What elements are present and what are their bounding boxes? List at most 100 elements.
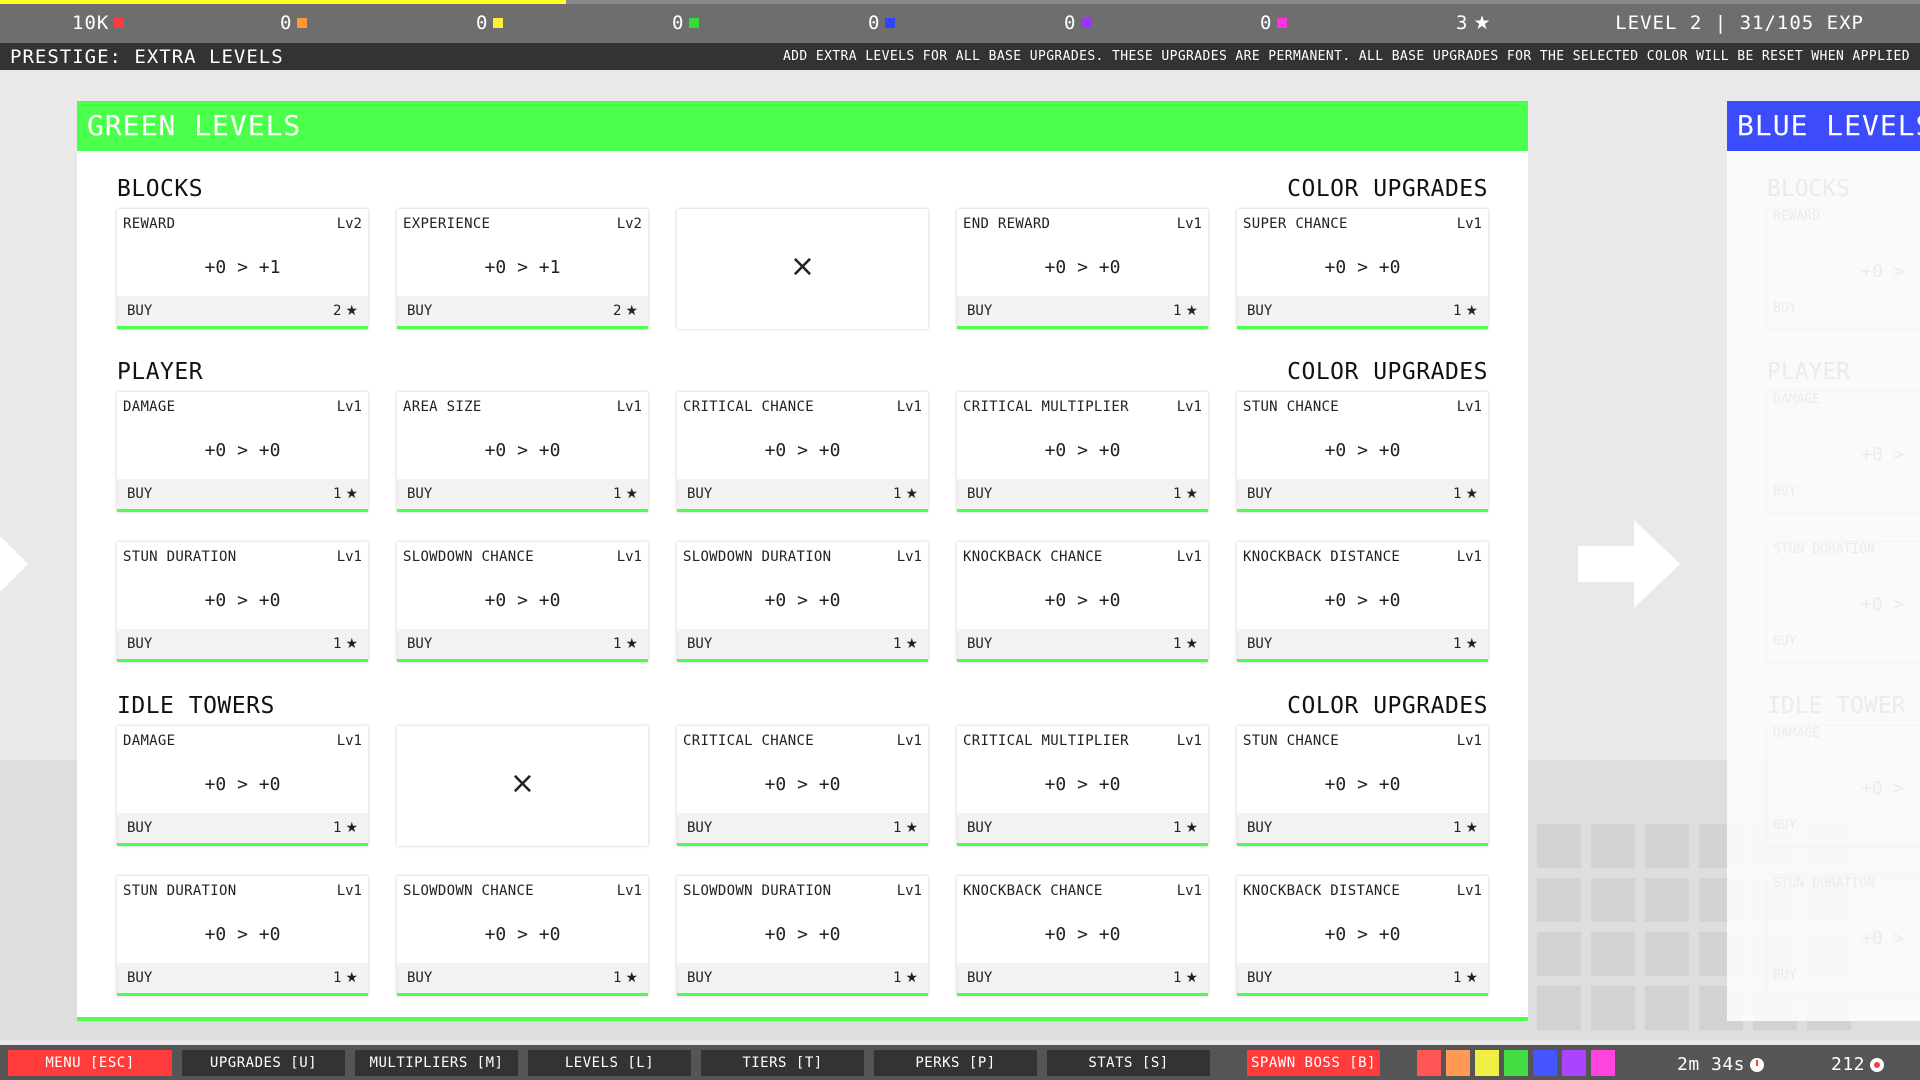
section-title: IDLE TOWERS (117, 693, 275, 719)
color-swatch[interactable] (1475, 1050, 1499, 1076)
buy-button[interactable]: BUY 1 ★ (1237, 963, 1488, 993)
buy-button[interactable]: BUY 1 ★ (677, 479, 928, 509)
buy-button[interactable]: BUY 1 ★ (397, 479, 648, 509)
arrow-left-icon[interactable] (0, 536, 28, 592)
upgrade-card[interactable]: STUN DURATION Lv1 +0 > +0 BUY 1 ★ (117, 542, 368, 662)
prestige-title: PRESTIGE: EXTRA LEVELS (10, 46, 284, 68)
upgrade-card[interactable]: KNOCKBACK DISTANCE Lv1 +0 > +0 BUY 1 ★ (1237, 876, 1488, 996)
upgrade-card[interactable]: KNOCKBACK CHANCE Lv1 +0 > +0 BUY 1 ★ (957, 876, 1208, 996)
upgrade-name: KNOCKBACK CHANCE (963, 549, 1103, 565)
upgrade-card[interactable]: CRITICAL MULTIPLIER Lv1 +0 > +0 BUY 1 ★ (957, 392, 1208, 512)
upgrade-cost: 1 ★ (613, 486, 638, 502)
upgrade-level: Lv1 (1456, 733, 1482, 749)
upgrade-card[interactable]: SLOWDOWN CHANCE Lv1 +0 > +0 BUY 1 ★ (397, 542, 648, 662)
color-swatch[interactable] (1446, 1050, 1470, 1076)
stats-button[interactable]: STATS [S] (1047, 1050, 1210, 1076)
color-swatch[interactable] (1562, 1050, 1586, 1076)
upgrade-card[interactable]: CRITICAL MULTIPLIER Lv1 +0 > +0 BUY 1 ★ (957, 726, 1208, 846)
spawn-boss-button[interactable]: SPAWN BOSS [B] (1247, 1050, 1380, 1076)
buy-button[interactable]: BUY 1 ★ (677, 629, 928, 659)
section-title: BLOCKS (117, 176, 204, 202)
buy-button[interactable]: BUY 1 ★ (1237, 629, 1488, 659)
upgrade-card[interactable]: REWARD Lv2 +0 > +1 BUY 2 ★ (117, 209, 368, 329)
menu-button[interactable]: MENU [ESC] (8, 1050, 172, 1076)
upgrade-card[interactable]: DAMAGE Lv1 +0 > +0 BUY 1 ★ (117, 392, 368, 512)
upgrade-card[interactable]: DAMAGE Lv1 +0 > +0 BUY 1 ★ (117, 726, 368, 846)
blue-levels-panel[interactable]: BLUE LEVELS BLOCKS REWARD +0 > BUY PLAYER DAM… (1727, 101, 1920, 1021)
buy-button[interactable]: BUY 1 ★ (117, 629, 368, 659)
color-swatch[interactable] (1504, 1050, 1528, 1076)
buy-button[interactable]: BUY 2 ★ (117, 296, 368, 326)
buy-button[interactable]: BUY 1 ★ (957, 629, 1208, 659)
upgrade-value: +0 > +0 (1044, 257, 1121, 278)
upgrade-card[interactable]: SUPER CHANCE Lv1 +0 > +0 BUY 1 ★ (1237, 209, 1488, 329)
resource-bar: 10K 0 0 0 0 0 0 3 ★ LEVEL 2 | 31/105 EXP (0, 0, 1920, 43)
background-grid-cell (1591, 878, 1635, 922)
background-grid-cell (1591, 824, 1635, 868)
buy-button[interactable]: BUY 1 ★ (117, 479, 368, 509)
upgrade-level: Lv1 (1176, 883, 1202, 899)
color-swatch[interactable] (1417, 1050, 1441, 1076)
perks-button[interactable]: PERKS [P] (874, 1050, 1037, 1076)
locked-upgrade-card: × (677, 209, 928, 329)
upgrade-card[interactable]: EXPERIENCE Lv2 +0 > +1 BUY 2 ★ (397, 209, 648, 329)
upgrade-card[interactable]: SLOWDOWN DURATION Lv1 +0 > +0 BUY 1 ★ (677, 876, 928, 996)
star-icon: ★ (905, 970, 918, 986)
color-swatch[interactable] (1533, 1050, 1557, 1076)
upgrade-cost: 1 ★ (1453, 820, 1478, 836)
resource-counter: 10K (72, 12, 125, 34)
upgrade-card[interactable]: SLOWDOWN CHANCE Lv1 +0 > +0 BUY 1 ★ (397, 876, 648, 996)
buy-button[interactable]: BUY 1 ★ (677, 963, 928, 993)
color-swatch[interactable] (1591, 1050, 1615, 1076)
background-grid-cell (1591, 932, 1635, 976)
buy-label: BUY (407, 486, 433, 502)
multipliers-button[interactable]: MULTIPLIERS [M] (355, 1050, 518, 1076)
upgrade-card[interactable]: AREA SIZE Lv1 +0 > +0 BUY 1 ★ (397, 392, 648, 512)
buy-label: BUY (1247, 303, 1273, 319)
upgrade-card[interactable]: CRITICAL CHANCE Lv1 +0 > +0 BUY 1 ★ (677, 392, 928, 512)
background-grid-cell (1537, 824, 1581, 868)
upgrade-value: +0 > +0 (484, 590, 561, 611)
upgrade-card[interactable]: STUN DURATION Lv1 +0 > +0 BUY 1 ★ (117, 876, 368, 996)
buy-button[interactable]: BUY 1 ★ (957, 479, 1208, 509)
buy-button[interactable]: BUY 1 ★ (397, 629, 648, 659)
upgrade-level: Lv1 (1456, 549, 1482, 565)
tiers-button[interactable]: TIERS [T] (701, 1050, 864, 1076)
upgrades-button[interactable]: UPGRADES [U] (182, 1050, 345, 1076)
locked-upgrade-card: × (397, 726, 648, 846)
upgrade-card[interactable]: KNOCKBACK DISTANCE Lv1 +0 > +0 BUY 1 ★ (1237, 542, 1488, 662)
upgrade-card[interactable]: STUN CHANCE Lv1 +0 > +0 BUY 1 ★ (1237, 392, 1488, 512)
resource-counter: 0 (1064, 12, 1092, 34)
levels-button[interactable]: LEVELS [L] (528, 1050, 691, 1076)
blue-ghost-label: IDLE TOWER (1767, 693, 1906, 719)
arrow-right-icon[interactable] (1578, 520, 1680, 608)
buy-button[interactable]: BUY 1 ★ (957, 813, 1208, 843)
buy-button[interactable]: BUY 1 ★ (957, 296, 1208, 326)
buy-button[interactable]: BUY 1 ★ (397, 963, 648, 993)
buy-button[interactable]: BUY 1 ★ (677, 813, 928, 843)
buy-button[interactable]: BUY 1 ★ (957, 963, 1208, 993)
buy-label: BUY (127, 970, 153, 986)
upgrade-level: Lv1 (896, 399, 922, 415)
buy-button[interactable]: BUY 1 ★ (1237, 479, 1488, 509)
buy-button[interactable]: BUY 1 ★ (1237, 296, 1488, 326)
upgrade-card[interactable]: SLOWDOWN DURATION Lv1 +0 > +0 BUY 1 ★ (677, 542, 928, 662)
buy-label: BUY (407, 303, 433, 319)
prestige-description: ADD EXTRA LEVELS FOR ALL BASE UPGRADES. … (782, 49, 1910, 64)
upgrade-cost: 1 ★ (1173, 820, 1198, 836)
blue-ghost-card (1767, 876, 1920, 996)
buy-button[interactable]: BUY 1 ★ (117, 813, 368, 843)
star-icon: ★ (1185, 303, 1198, 319)
upgrade-card[interactable]: KNOCKBACK CHANCE Lv1 +0 > +0 BUY 1 ★ (957, 542, 1208, 662)
buy-button[interactable]: BUY 1 ★ (117, 963, 368, 993)
upgrade-card[interactable]: END REWARD Lv1 +0 > +0 BUY 1 ★ (957, 209, 1208, 329)
star-icon: ★ (625, 303, 638, 319)
buy-button[interactable]: BUY 2 ★ (397, 296, 648, 326)
upgrade-card[interactable]: CRITICAL CHANCE Lv1 +0 > +0 BUY 1 ★ (677, 726, 928, 846)
upgrade-card[interactable]: STUN CHANCE Lv1 +0 > +0 BUY 1 ★ (1237, 726, 1488, 846)
upgrade-level: Lv1 (1456, 883, 1482, 899)
resource-counter: 0 (672, 12, 700, 34)
upgrade-level: Lv1 (1176, 399, 1202, 415)
xp-bar-track (0, 0, 1920, 4)
buy-button[interactable]: BUY 1 ★ (1237, 813, 1488, 843)
